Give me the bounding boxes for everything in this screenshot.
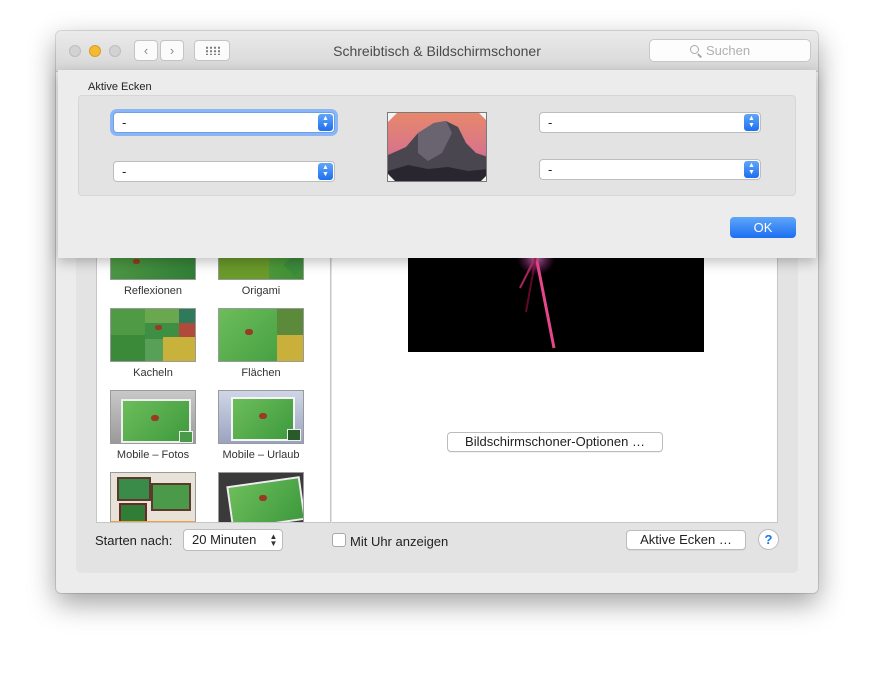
screensaver-thumb-fotowand[interactable]: [110, 472, 196, 522]
ladybug-icon: [155, 325, 162, 330]
ladybug-icon: [133, 259, 140, 264]
photo-frame: [231, 397, 295, 441]
show-clock-label[interactable]: Mit Uhr anzeigen: [350, 534, 448, 549]
start-after-value: 20 Minuten: [192, 532, 257, 547]
screensaver-list[interactable]: Reflexionen Origami Kacheln Flächen Mobi…: [96, 251, 331, 523]
tile-pane: [179, 323, 195, 337]
search-icon: [690, 45, 699, 54]
help-icon: ?: [764, 532, 773, 547]
search-placeholder: Suchen: [706, 43, 751, 58]
ok-button[interactable]: OK: [730, 217, 796, 238]
preview-pane: Bildschirmschoner-Optionen …: [332, 251, 778, 523]
updown-arrows-icon: ▲ ▼: [318, 114, 333, 131]
tile-pane: [145, 339, 163, 361]
top-left-corner-value: -: [122, 115, 127, 130]
start-after-label: Starten nach:: [95, 533, 173, 548]
help-button[interactable]: ?: [758, 529, 779, 550]
ladybug-icon: [259, 495, 267, 501]
ladybug-icon: [245, 329, 253, 335]
screensaver-thumb-kacheln[interactable]: [110, 308, 196, 362]
screensaver-label: Flächen: [241, 367, 281, 379]
screensaver-label: Mobile – Urlaub: [222, 449, 300, 461]
screensaver-thumb-mobile-urlaub[interactable]: [218, 390, 304, 444]
wall-photo: [119, 503, 147, 522]
title-bar: ‹ › Schreibtisch & Bildschirmschoner Suc…: [56, 31, 818, 72]
wall-photo: [117, 477, 151, 501]
screensaver-label: Origami: [241, 285, 281, 297]
surface-pane: [277, 335, 303, 361]
bottom-right-corner-value: -: [548, 162, 553, 177]
screensaver-thumb-mobile-fotos[interactable]: [110, 390, 196, 444]
screensaver-thumb-flaechen[interactable]: [218, 308, 304, 362]
hot-corners-group-label: Aktive Ecken: [88, 81, 152, 93]
selection-bar: [111, 521, 195, 522]
wall-photo: [151, 483, 191, 511]
ladybug-icon: [151, 415, 159, 421]
mini-photo: [287, 429, 301, 441]
screensaver-panel: Reflexionen Origami Kacheln Flächen Mobi…: [76, 241, 798, 573]
updown-arrows-icon: ▲ ▼: [744, 114, 759, 131]
preview-artwork: [516, 252, 579, 349]
desktop-thumbnail: [387, 112, 487, 182]
screensaver-preview: [408, 252, 704, 352]
bottom-left-corner-select[interactable]: - ▲ ▼: [113, 161, 335, 182]
start-after-select[interactable]: 20 Minuten ▲ ▼: [183, 529, 283, 551]
screensaver-label: Mobile – Fotos: [116, 449, 190, 461]
bottom-left-corner-value: -: [122, 164, 127, 179]
bottom-right-corner-select[interactable]: - ▲ ▼: [539, 159, 761, 180]
updown-arrows-icon: ▲ ▼: [269, 532, 278, 548]
hot-corners-button[interactable]: Aktive Ecken …: [626, 530, 746, 550]
ladybug-icon: [259, 413, 267, 419]
top-left-corner-select[interactable]: - ▲ ▼: [113, 112, 335, 133]
updown-arrows-icon: ▲ ▼: [318, 163, 333, 180]
mini-photo: [179, 431, 193, 443]
tile-pane: [111, 335, 145, 361]
screensaver-label: Kacheln: [133, 367, 173, 379]
top-right-corner-value: -: [548, 115, 553, 130]
updown-arrows-icon: ▲ ▼: [744, 161, 759, 178]
tile-pane: [111, 309, 145, 335]
screensaver-options-button[interactable]: Bildschirmschoner-Optionen …: [447, 432, 663, 452]
screensaver-thumb-vintage[interactable]: [218, 472, 304, 522]
tile-pane: [179, 309, 195, 323]
top-right-corner-select[interactable]: - ▲ ▼: [539, 112, 761, 133]
tile-pane: [145, 309, 179, 323]
hot-corners-sheet: Aktive Ecken - ▲ ▼ - ▲ ▼ - ▲ ▼ - ▲ ▼ OK: [58, 70, 816, 258]
search-field[interactable]: Suchen: [649, 39, 811, 62]
surface-pane: [277, 309, 303, 335]
screensaver-label: Reflexionen: [123, 285, 183, 297]
show-clock-checkbox[interactable]: [332, 533, 346, 547]
tile-pane: [163, 337, 195, 361]
yosemite-wallpaper: [388, 113, 486, 181]
